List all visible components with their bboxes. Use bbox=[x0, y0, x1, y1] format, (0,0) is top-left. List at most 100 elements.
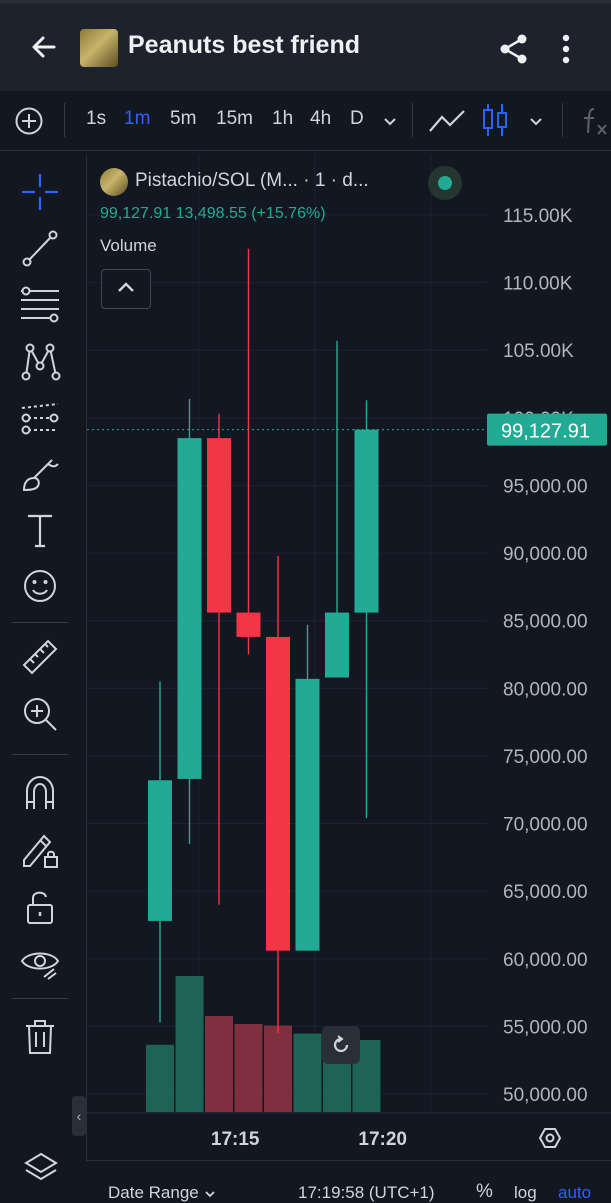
magnet-tool[interactable] bbox=[18, 771, 62, 815]
zoom-tool[interactable] bbox=[18, 692, 62, 736]
candle-body bbox=[325, 612, 349, 678]
reset-icon bbox=[333, 1035, 349, 1053]
smiley-icon bbox=[24, 570, 56, 602]
volume-bar bbox=[293, 1033, 322, 1112]
y-tick-label: 80,000.00 bbox=[503, 679, 588, 700]
candle-body bbox=[177, 438, 202, 779]
gear-center bbox=[545, 1133, 555, 1143]
legend-symbol-title[interactable]: Pistachio/SOL (M... · 1 · d... bbox=[135, 170, 369, 192]
token-avatar bbox=[80, 29, 118, 67]
y-tick-label: 85,000.00 bbox=[503, 612, 588, 633]
chevron-left-icon: ‹ bbox=[76, 1108, 82, 1124]
candle-body bbox=[148, 780, 172, 921]
candle-body bbox=[207, 438, 231, 613]
toolbar-divider bbox=[412, 103, 413, 137]
market-status-dot-icon bbox=[428, 166, 462, 200]
legend-volume-label[interactable]: Volume bbox=[100, 236, 157, 256]
y-tick-label: 55,000.00 bbox=[503, 1017, 588, 1038]
y-tick-label: 75,000.00 bbox=[503, 747, 588, 768]
chevron-down-icon[interactable] bbox=[380, 111, 400, 131]
interval-d[interactable]: D bbox=[350, 108, 364, 130]
candles-icon[interactable] bbox=[480, 101, 510, 139]
delete-tool[interactable] bbox=[18, 1015, 62, 1059]
volume-bar bbox=[234, 1024, 263, 1112]
y-tick-label: 95,000.00 bbox=[503, 476, 588, 497]
emoji-tool[interactable] bbox=[18, 564, 62, 608]
text-tool[interactable] bbox=[18, 508, 62, 552]
lock-drawings-tool[interactable] bbox=[18, 828, 62, 872]
y-tick-label: 105.00K bbox=[503, 341, 574, 362]
magnet-icon bbox=[26, 775, 54, 809]
candle-body bbox=[266, 636, 290, 951]
drawing-tools-panel bbox=[0, 151, 80, 1200]
symbol-avatar bbox=[100, 168, 128, 196]
brush-icon bbox=[22, 459, 59, 492]
ruler-icon bbox=[22, 639, 58, 675]
log-scale-toggle[interactable]: log bbox=[514, 1183, 537, 1203]
volume-bar bbox=[146, 1044, 174, 1112]
forecast-tool[interactable] bbox=[18, 396, 62, 440]
auto-scale-toggle[interactable]: auto bbox=[558, 1183, 591, 1203]
unlock-tool[interactable] bbox=[18, 885, 62, 929]
price-chart[interactable]: 115.00K110.00K105.00K100.00K95,000.0090,… bbox=[87, 155, 611, 1160]
interval-5m[interactable]: 5m bbox=[170, 108, 196, 130]
add-symbol-icon[interactable] bbox=[14, 106, 44, 136]
reset-chart-button[interactable] bbox=[322, 1026, 360, 1064]
crosshair-icon bbox=[22, 174, 58, 210]
trend-line-tool[interactable] bbox=[18, 226, 62, 270]
legend-ohlc-values: 99,127.91 13,498.55 (+15.76%) bbox=[100, 205, 326, 222]
interval-4h[interactable]: 4h bbox=[310, 108, 331, 130]
share-icon[interactable] bbox=[496, 31, 532, 67]
date-range-button[interactable]: Date Range bbox=[108, 1183, 217, 1203]
scale-settings-icon bbox=[538, 1128, 562, 1148]
eye-icon bbox=[20, 952, 60, 980]
y-tick-label: 60,000.00 bbox=[503, 950, 588, 971]
more-vert-icon[interactable] bbox=[552, 31, 580, 67]
chart-area[interactable]: 115.00K110.00K105.00K100.00K95,000.0090,… bbox=[86, 155, 611, 1160]
interval-1s[interactable]: 1s bbox=[86, 108, 106, 130]
visibility-tool[interactable] bbox=[18, 941, 62, 985]
back-arrow-icon[interactable] bbox=[26, 29, 62, 65]
trash-icon bbox=[26, 1020, 54, 1054]
text-icon bbox=[28, 514, 52, 548]
fib-tool[interactable] bbox=[18, 283, 62, 327]
volume-bar bbox=[264, 1025, 292, 1112]
app-bar: Peanuts best friend bbox=[0, 3, 611, 91]
candle-body bbox=[295, 678, 320, 951]
chevron-down-icon[interactable] bbox=[526, 111, 546, 131]
interval-1m[interactable]: 1m bbox=[124, 108, 150, 130]
toolbar-divider bbox=[64, 103, 65, 137]
chart-clock[interactable]: 17:19:58 (UTC+1) bbox=[298, 1183, 435, 1203]
line-chart-icon[interactable] bbox=[428, 105, 466, 137]
tools-divider bbox=[12, 998, 68, 999]
y-tick-label: 50,000.00 bbox=[503, 1085, 588, 1106]
chart-bottom-bar: Date Range 17:19:58 (UTC+1) % log auto bbox=[86, 1160, 611, 1203]
y-tick-label: 65,000.00 bbox=[503, 882, 588, 903]
candle-body bbox=[236, 612, 261, 637]
unlock-icon bbox=[27, 891, 53, 924]
toolbar-divider bbox=[562, 103, 563, 137]
y-tick-label: 70,000.00 bbox=[503, 815, 588, 836]
x-tick-label: 17:15 bbox=[211, 1129, 260, 1150]
collapse-panel-handle[interactable]: ‹ bbox=[72, 1096, 86, 1136]
indicators-fx-icon[interactable] bbox=[580, 105, 610, 137]
hexagon-shape bbox=[538, 1128, 562, 1148]
x-tick-label: 17:20 bbox=[358, 1129, 407, 1150]
pattern-tool[interactable] bbox=[18, 340, 62, 384]
interval-15m[interactable]: 15m bbox=[216, 108, 253, 130]
ruler-tool[interactable] bbox=[18, 635, 62, 679]
chart-toolbar: 1s 1m 5m 15m 1h 4h D bbox=[0, 91, 611, 151]
interval-1h[interactable]: 1h bbox=[272, 108, 293, 130]
brush-tool[interactable] bbox=[18, 452, 62, 496]
tools-divider bbox=[12, 622, 68, 623]
y-tick-label: 90,000.00 bbox=[503, 544, 588, 565]
date-range-label: Date Range bbox=[108, 1183, 199, 1202]
volume-bar bbox=[175, 976, 204, 1112]
layers-icon[interactable] bbox=[22, 1150, 60, 1188]
zoom-in-icon bbox=[24, 698, 57, 731]
horizontal-lines-icon bbox=[21, 286, 59, 323]
crosshair-tool[interactable] bbox=[18, 170, 62, 214]
volume-bar bbox=[205, 1016, 233, 1112]
trend-line-icon bbox=[22, 230, 58, 267]
legend-collapse-button[interactable] bbox=[101, 269, 151, 309]
